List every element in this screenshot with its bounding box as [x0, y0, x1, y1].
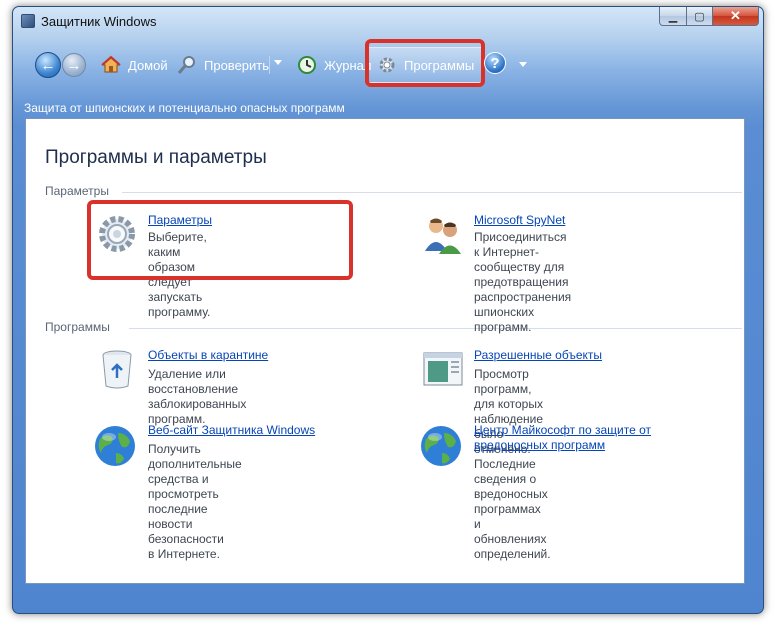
globe-icon [92, 423, 135, 466]
desc-line: средства и просмотреть [148, 472, 219, 501]
clock-icon [296, 54, 318, 76]
group-label-programs: Программы [45, 320, 110, 334]
quarantine-link[interactable]: Объекты в карантине [148, 348, 268, 362]
malware-center-link[interactable]: Центр Майкософт по защите от вредоносных… [474, 423, 651, 453]
window-title: Защитник Windows [41, 14, 157, 29]
desc-line: предотвращения распространения [474, 275, 572, 304]
help-dropdown-icon[interactable] [519, 62, 527, 67]
defender-app-icon [21, 14, 35, 28]
group-label-settings: Параметры [45, 184, 109, 198]
title-bar: Защитник Windows ▁ ▢ ✕ [13, 7, 763, 35]
forward-button[interactable]: → [62, 53, 86, 77]
back-button[interactable]: ← [35, 52, 61, 78]
desc-line: Удаление или восстановление [148, 367, 239, 396]
desc-line: Просмотр программ, для которых [474, 367, 543, 411]
magnifier-icon [176, 54, 198, 76]
users-icon [422, 213, 464, 255]
page-title: Программы и параметры [45, 147, 267, 168]
desc-line: программах и обновлениях определений. [474, 502, 551, 561]
malware-center-desc: Последние сведения о вредоносных програм… [474, 457, 551, 562]
window-list-icon [422, 348, 464, 390]
subheader-text: Защита от шпионских и потенциально опасн… [24, 101, 345, 115]
desc-line: шпионских программ. [474, 305, 535, 334]
minimize-button[interactable]: ▁ [659, 7, 687, 26]
website-link[interactable]: Веб-сайт Защитника Windows [148, 423, 315, 437]
maximize-button[interactable]: ▢ [687, 7, 713, 26]
desc-line: Получить дополнительные [148, 442, 242, 471]
toolbar-separator [269, 56, 270, 74]
recycle-bin-icon [96, 348, 138, 390]
home-label: Домой [128, 57, 168, 73]
spynet-desc: Присоединиться к Интернет-сообществу для… [474, 230, 571, 335]
scan-dropdown-icon[interactable] [274, 60, 282, 65]
help-icon: ? [490, 54, 500, 72]
help-button[interactable]: ? [484, 52, 506, 74]
close-button[interactable]: ✕ [713, 7, 759, 26]
house-icon [100, 54, 122, 76]
globe-icon [418, 423, 461, 466]
scan-button[interactable]: Проверить [176, 51, 269, 79]
website-desc: Получить дополнительные средства и просм… [148, 442, 242, 562]
desc-line: запускать программу. [148, 290, 211, 319]
link-line[interactable]: Центр Майкософт по защите от [474, 423, 651, 438]
programs-highlight-box [365, 39, 485, 87]
scan-label: Проверить [204, 57, 270, 73]
history-button[interactable]: Журнал [296, 51, 371, 79]
quarantine-desc: Удаление или восстановление заблокирован… [148, 367, 246, 427]
desc-line: Присоединиться к Интернет-сообществу для [474, 230, 567, 274]
spynet-link[interactable]: Microsoft SpyNet [474, 213, 565, 227]
window-controls: ▁ ▢ ✕ [659, 7, 759, 27]
allowed-link[interactable]: Разрешенные объекты [474, 348, 602, 362]
desc-line: последние новости безопасности [148, 502, 224, 546]
arrow-left-icon: ← [40, 56, 56, 74]
content-panel: Программы и параметры Параметры Программ… [25, 118, 745, 584]
settings-highlight-box [87, 200, 353, 280]
desc-line: Последние сведения о вредоносных [474, 457, 548, 501]
desc-line: в Интернете. [148, 547, 220, 561]
link-line[interactable]: вредоносных программ [474, 438, 651, 453]
arrow-right-icon: → [66, 56, 82, 74]
group-divider [129, 328, 742, 329]
home-button[interactable]: Домой [100, 51, 168, 79]
group-divider [122, 192, 742, 193]
